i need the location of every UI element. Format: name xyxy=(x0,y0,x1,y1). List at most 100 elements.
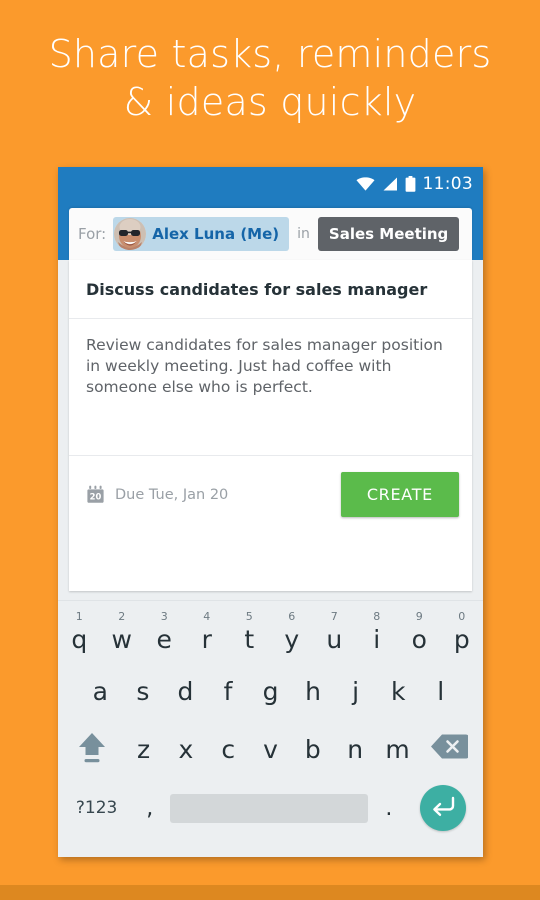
key-o[interactable]: 9o xyxy=(398,604,441,662)
due-date-label: Due Tue, Jan 20 xyxy=(115,486,229,503)
key-i[interactable]: 8i xyxy=(356,604,399,662)
avatar xyxy=(114,218,147,250)
context-chip[interactable]: Sales Meeting xyxy=(317,217,460,251)
key-x-label: x xyxy=(178,734,194,764)
for-label: For: xyxy=(78,225,107,243)
key-o-label: o xyxy=(411,624,427,654)
key-r[interactable]: 4r xyxy=(186,604,229,662)
shift-icon xyxy=(75,729,109,770)
status-bar: 11:03 xyxy=(58,167,483,200)
key-t[interactable]: 5t xyxy=(228,604,271,662)
key-q-label: q xyxy=(71,624,88,654)
calendar-icon: 20 xyxy=(86,485,105,504)
comma-key[interactable]: , xyxy=(129,796,170,821)
page-title-line-2: & ideas quickly xyxy=(123,80,417,124)
key-m-label: m xyxy=(385,734,410,764)
key-c[interactable]: c xyxy=(207,720,249,778)
key-t-number: 5 xyxy=(245,610,253,623)
key-w-number: 2 xyxy=(118,610,126,623)
key-j[interactable]: j xyxy=(334,662,377,720)
key-h[interactable]: h xyxy=(292,662,335,720)
in-label: in xyxy=(297,226,310,242)
key-u-label: u xyxy=(326,624,343,654)
key-p-label: p xyxy=(453,624,470,654)
key-m[interactable]: m xyxy=(376,720,418,778)
key-h-label: h xyxy=(305,676,322,706)
compose-card: Discuss candidates for sales manager Rev… xyxy=(69,260,472,591)
key-b-label: b xyxy=(304,734,321,764)
battery-icon xyxy=(405,175,416,192)
recipient-name: Alex Luna (Me) xyxy=(152,225,280,243)
key-y-number: 6 xyxy=(288,610,296,623)
key-f-label: f xyxy=(223,676,233,706)
key-z-label: z xyxy=(136,734,151,764)
period-key[interactable]: . xyxy=(368,796,409,821)
task-title-input[interactable]: Discuss candidates for sales manager xyxy=(69,260,472,319)
page-title-line-1: Share tasks, reminders xyxy=(48,32,492,76)
phone-mockup: 11:03 For: Alex Luna (Me) in Sales Meeti… xyxy=(58,167,483,857)
keyboard-row-4: ?123 , . xyxy=(58,778,483,838)
key-f[interactable]: f xyxy=(207,662,250,720)
key-g[interactable]: g xyxy=(249,662,292,720)
key-e-number: 3 xyxy=(160,610,168,623)
on-screen-keyboard: 1q 2w 3e 4r 5t 6y 7u 8i 9o 0p a s d f g … xyxy=(58,600,483,857)
compose-action-row: 20 Due Tue, Jan 20 CREATE xyxy=(69,455,472,533)
create-button[interactable]: CREATE xyxy=(340,472,459,517)
wifi-icon xyxy=(356,176,375,191)
signal-icon xyxy=(382,177,398,191)
key-d-label: d xyxy=(177,676,194,706)
key-i-label: i xyxy=(373,624,381,654)
key-v[interactable]: v xyxy=(249,720,291,778)
shift-key[interactable] xyxy=(61,729,122,770)
key-v-label: v xyxy=(263,734,278,764)
backspace-icon xyxy=(430,733,470,765)
key-n-label: n xyxy=(347,734,364,764)
key-s-label: s xyxy=(136,676,150,706)
recipient-chip[interactable]: Alex Luna (Me) xyxy=(113,217,290,251)
page-title: Share tasks, reminders & ideas quickly xyxy=(0,30,540,126)
enter-button[interactable] xyxy=(420,785,467,831)
app-header: For: Alex Luna (Me) in Sales Meeting xyxy=(58,200,483,260)
key-e[interactable]: 3e xyxy=(143,604,186,662)
key-t-label: t xyxy=(244,624,255,654)
key-x[interactable]: x xyxy=(165,720,207,778)
key-y[interactable]: 6y xyxy=(271,604,314,662)
key-b[interactable]: b xyxy=(292,720,334,778)
key-a[interactable]: a xyxy=(79,662,122,720)
key-n[interactable]: n xyxy=(334,720,376,778)
key-y-label: y xyxy=(284,624,300,654)
key-o-number: 9 xyxy=(415,610,423,623)
backspace-key[interactable] xyxy=(419,733,480,765)
enter-key[interactable] xyxy=(409,785,477,831)
key-i-number: 8 xyxy=(373,610,381,623)
key-j-label: j xyxy=(352,676,360,706)
key-z[interactable]: z xyxy=(122,720,164,778)
key-c-label: c xyxy=(221,734,236,764)
card-bottom-spacer xyxy=(69,533,472,575)
key-d[interactable]: d xyxy=(164,662,207,720)
key-k[interactable]: k xyxy=(377,662,420,720)
symbols-key[interactable]: ?123 xyxy=(64,798,129,818)
key-r-label: r xyxy=(201,624,212,654)
key-p-number: 0 xyxy=(458,610,466,623)
svg-text:20: 20 xyxy=(90,492,102,502)
space-key[interactable] xyxy=(170,793,369,823)
key-l[interactable]: l xyxy=(420,662,463,720)
keyboard-row-1: 1q 2w 3e 4r 5t 6y 7u 8i 9o 0p xyxy=(58,604,483,662)
key-w[interactable]: 2w xyxy=(101,604,144,662)
status-bar-time: 11:03 xyxy=(422,173,473,194)
key-u-number: 7 xyxy=(330,610,338,623)
key-g-label: g xyxy=(262,676,279,706)
bottom-accent-strip xyxy=(0,885,540,900)
keyboard-row-3: z x c v b n m xyxy=(58,720,483,778)
due-date-control[interactable]: 20 Due Tue, Jan 20 xyxy=(86,485,341,504)
key-q-number: 1 xyxy=(75,610,83,623)
enter-icon xyxy=(430,795,456,822)
recipient-row: For: Alex Luna (Me) in Sales Meeting xyxy=(69,208,472,260)
task-notes-input[interactable]: Review candidates for sales manager posi… xyxy=(69,319,472,455)
key-p[interactable]: 0p xyxy=(441,604,484,662)
key-r-number: 4 xyxy=(203,610,211,623)
key-s[interactable]: s xyxy=(122,662,165,720)
key-q[interactable]: 1q xyxy=(58,604,101,662)
key-u[interactable]: 7u xyxy=(313,604,356,662)
